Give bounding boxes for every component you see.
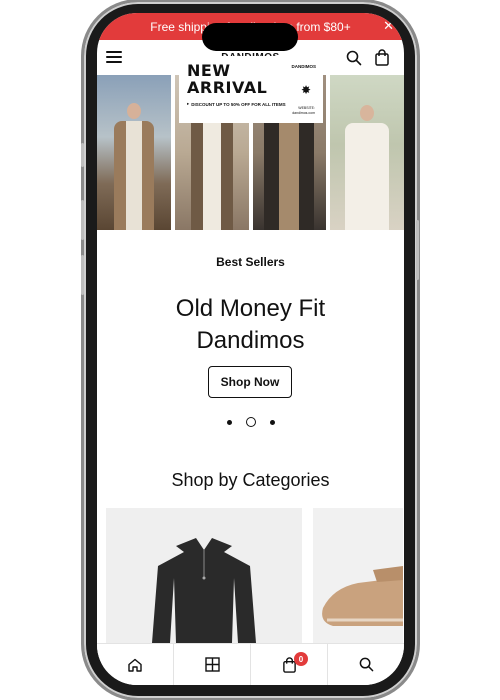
cart-count-badge: 0 <box>294 652 308 666</box>
close-icon[interactable]: ✕ <box>383 19 394 33</box>
website-value: dandimos.com <box>292 111 315 115</box>
new-arrival-card[interactable]: NEW ARRIVAL ▸ DISCOUNT UP TO 50% OFF FOR… <box>179 56 323 123</box>
hero-photo <box>330 75 404 230</box>
slider-dot[interactable] <box>226 419 232 425</box>
category-carousel <box>106 508 404 643</box>
nav-categories[interactable] <box>174 644 251 685</box>
phone-screen: Free shipping for all orders from $80+ ✕… <box>97 13 404 685</box>
categories-title: Shop by Categories <box>171 470 330 490</box>
bag-icon[interactable] <box>374 49 390 66</box>
slider-dots <box>97 417 404 427</box>
nav-cart[interactable]: 0 <box>251 644 328 685</box>
featured-title: Old Money Fit Dandimos <box>97 293 404 357</box>
slider-dot[interactable] <box>269 419 275 425</box>
featured-title-line: Dandimos <box>196 327 305 354</box>
card-website: WEBSITE: dandimos.com <box>292 106 315 116</box>
dynamic-island <box>202 23 298 51</box>
star-icon: ✸ <box>300 83 311 97</box>
search-icon <box>359 657 373 672</box>
hero-photo <box>97 75 171 230</box>
featured-title-line: Old Money Fit <box>175 295 326 322</box>
side-button <box>416 220 419 280</box>
play-icon: ▸ <box>187 101 190 106</box>
grid-icon <box>204 657 220 672</box>
best-sellers-label: Best Sellers <box>216 255 285 269</box>
side-button <box>81 200 84 240</box>
home-icon <box>128 658 142 672</box>
side-button <box>81 143 84 167</box>
sweater-image <box>152 538 256 643</box>
discount-label: DISCOUNT UP TO 50% OFF FOR ALL ITEMS <box>191 101 286 107</box>
side-button <box>81 255 84 295</box>
category-card-tops[interactable] <box>106 508 302 643</box>
slider-dot-active[interactable] <box>245 417 256 427</box>
card-brand: DANDIMOS <box>291 64 317 69</box>
loafer-image <box>322 566 403 626</box>
nav-home[interactable] <box>97 644 174 685</box>
shop-now-button[interactable]: Shop Now <box>208 366 292 398</box>
bottom-nav: 0 <box>97 643 404 685</box>
nav-search[interactable] <box>328 644 404 685</box>
category-card-shoes[interactable] <box>313 508 403 643</box>
search-icon[interactable] <box>346 50 362 66</box>
